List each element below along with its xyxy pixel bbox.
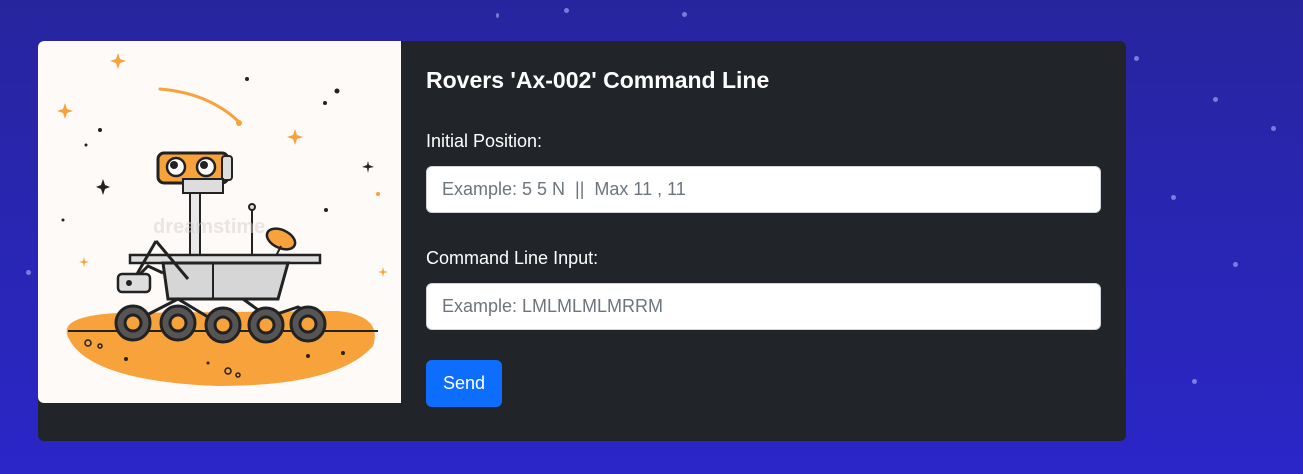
rover-command-card: dreamstime Rovers 'Ax-002' Command Line … — [38, 41, 1126, 441]
background-star — [1171, 195, 1176, 200]
background-star — [1233, 262, 1238, 267]
background-star — [1134, 56, 1139, 61]
page-background: { "form": { "title": "Rovers 'Ax-002' Co… — [0, 0, 1303, 474]
background-star — [682, 12, 687, 17]
initial-position-input[interactable] — [426, 166, 1101, 213]
form-title: Rovers 'Ax-002' Command Line — [426, 67, 770, 93]
svg-text:dreamstime: dreamstime — [153, 216, 265, 238]
background-star — [496, 13, 499, 18]
rover-illustration: dreamstime — [38, 41, 401, 403]
background-star — [1192, 379, 1197, 384]
background-star — [564, 8, 569, 13]
background-star — [1213, 97, 1218, 102]
background-star — [26, 270, 31, 275]
send-button[interactable]: Send — [426, 360, 502, 407]
initial-position-label: Initial Position: — [426, 131, 543, 151]
command-line-input[interactable] — [426, 283, 1101, 330]
command-line-label: Command Line Input: — [426, 248, 599, 268]
background-star — [1271, 126, 1276, 131]
